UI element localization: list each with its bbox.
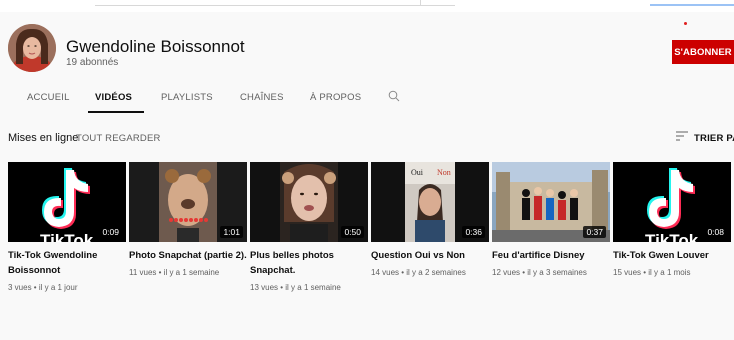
video-card[interactable]: TikTok 0:09 Tik-Tok Gwendoline Boissonno…: [8, 162, 126, 292]
video-title[interactable]: Tik-Tok Gwendoline Boissonnot: [8, 248, 126, 278]
video-card[interactable]: 0:50 Plus belles photos Snapchat. 13 vue…: [250, 162, 368, 292]
sort-icon[interactable]: [676, 131, 688, 141]
active-tab-indicator: [88, 111, 144, 113]
search-icon[interactable]: [388, 90, 400, 102]
top-strip: [0, 0, 734, 12]
video-card[interactable]: Oui Non 0:36 Question Oui vs Non 14 vues…: [371, 162, 489, 277]
tab-about[interactable]: À PROPOS: [310, 92, 361, 103]
video-meta: 12 vues • il y a 3 semaines: [492, 268, 587, 277]
masthead-signin-edge: [650, 4, 734, 6]
avatar[interactable]: [8, 24, 56, 72]
video-thumbnail[interactable]: Oui Non 0:36: [371, 162, 489, 242]
subscribe-button[interactable]: S'ABONNER: [672, 40, 734, 64]
video-meta: 11 vues • il y a 1 semaine: [129, 268, 220, 277]
subscriber-count: 19 abonnés: [66, 57, 119, 68]
video-duration: 0:50: [341, 226, 364, 238]
tab-videos[interactable]: VIDÉOS: [95, 92, 132, 103]
video-card[interactable]: TikTok 0:08 Tik-Tok Gwen Louver 15 vues …: [613, 162, 731, 277]
tab-home[interactable]: ACCUEIL: [27, 92, 70, 103]
video-card[interactable]: 0:37 Feu d'artifice Disney 12 vues • il …: [492, 162, 610, 277]
video-thumbnail[interactable]: 1:01: [129, 162, 247, 242]
notification-dot: [684, 22, 687, 25]
video-meta: 14 vues • il y a 2 semaines: [371, 268, 466, 277]
video-thumbnail[interactable]: TikTok 0:08: [613, 162, 731, 242]
video-title[interactable]: Tik-Tok Gwen Louver: [613, 248, 731, 263]
video-meta: 15 vues • il y a 1 mois: [613, 268, 691, 277]
thumb-label-yes: Oui: [411, 168, 424, 177]
video-duration: 0:08: [704, 226, 727, 238]
video-title[interactable]: Question Oui vs Non: [371, 248, 489, 263]
thumb-label-no: Non: [437, 168, 451, 177]
tab-channels[interactable]: CHAÎNES: [240, 92, 284, 103]
tab-playlists[interactable]: PLAYLISTS: [161, 92, 213, 103]
video-title[interactable]: Plus belles photos Snapchat.: [250, 248, 368, 278]
sort-button[interactable]: TRIER PAR: [694, 133, 734, 144]
video-thumbnail[interactable]: TikTok 0:09: [8, 162, 126, 242]
video-title[interactable]: Photo Snapchat (partie 2).: [129, 248, 247, 263]
thumb-brand-text: TikTok: [40, 231, 94, 242]
masthead-divider: [420, 0, 421, 6]
video-meta: 3 vues • il y a 1 jour: [8, 283, 78, 292]
section-title: Mises en ligne: [8, 132, 79, 144]
thumb-brand-text: TikTok: [645, 231, 699, 242]
masthead-search-edge: [95, 5, 455, 6]
video-duration: 0:09: [99, 226, 122, 238]
video-card[interactable]: 1:01 Photo Snapchat (partie 2). 11 vues …: [129, 162, 247, 277]
video-thumbnail[interactable]: 0:50: [250, 162, 368, 242]
play-all-button[interactable]: TOUT REGARDER: [76, 133, 161, 144]
video-duration: 1:01: [220, 226, 243, 238]
video-duration: 0:36: [462, 226, 485, 238]
channel-name[interactable]: Gwendoline Boissonnot: [66, 37, 245, 57]
video-title[interactable]: Feu d'artifice Disney: [492, 248, 610, 263]
video-duration: 0:37: [583, 226, 606, 238]
video-meta: 13 vues • il y a 1 semaine: [250, 283, 341, 292]
video-thumbnail[interactable]: 0:37: [492, 162, 610, 242]
